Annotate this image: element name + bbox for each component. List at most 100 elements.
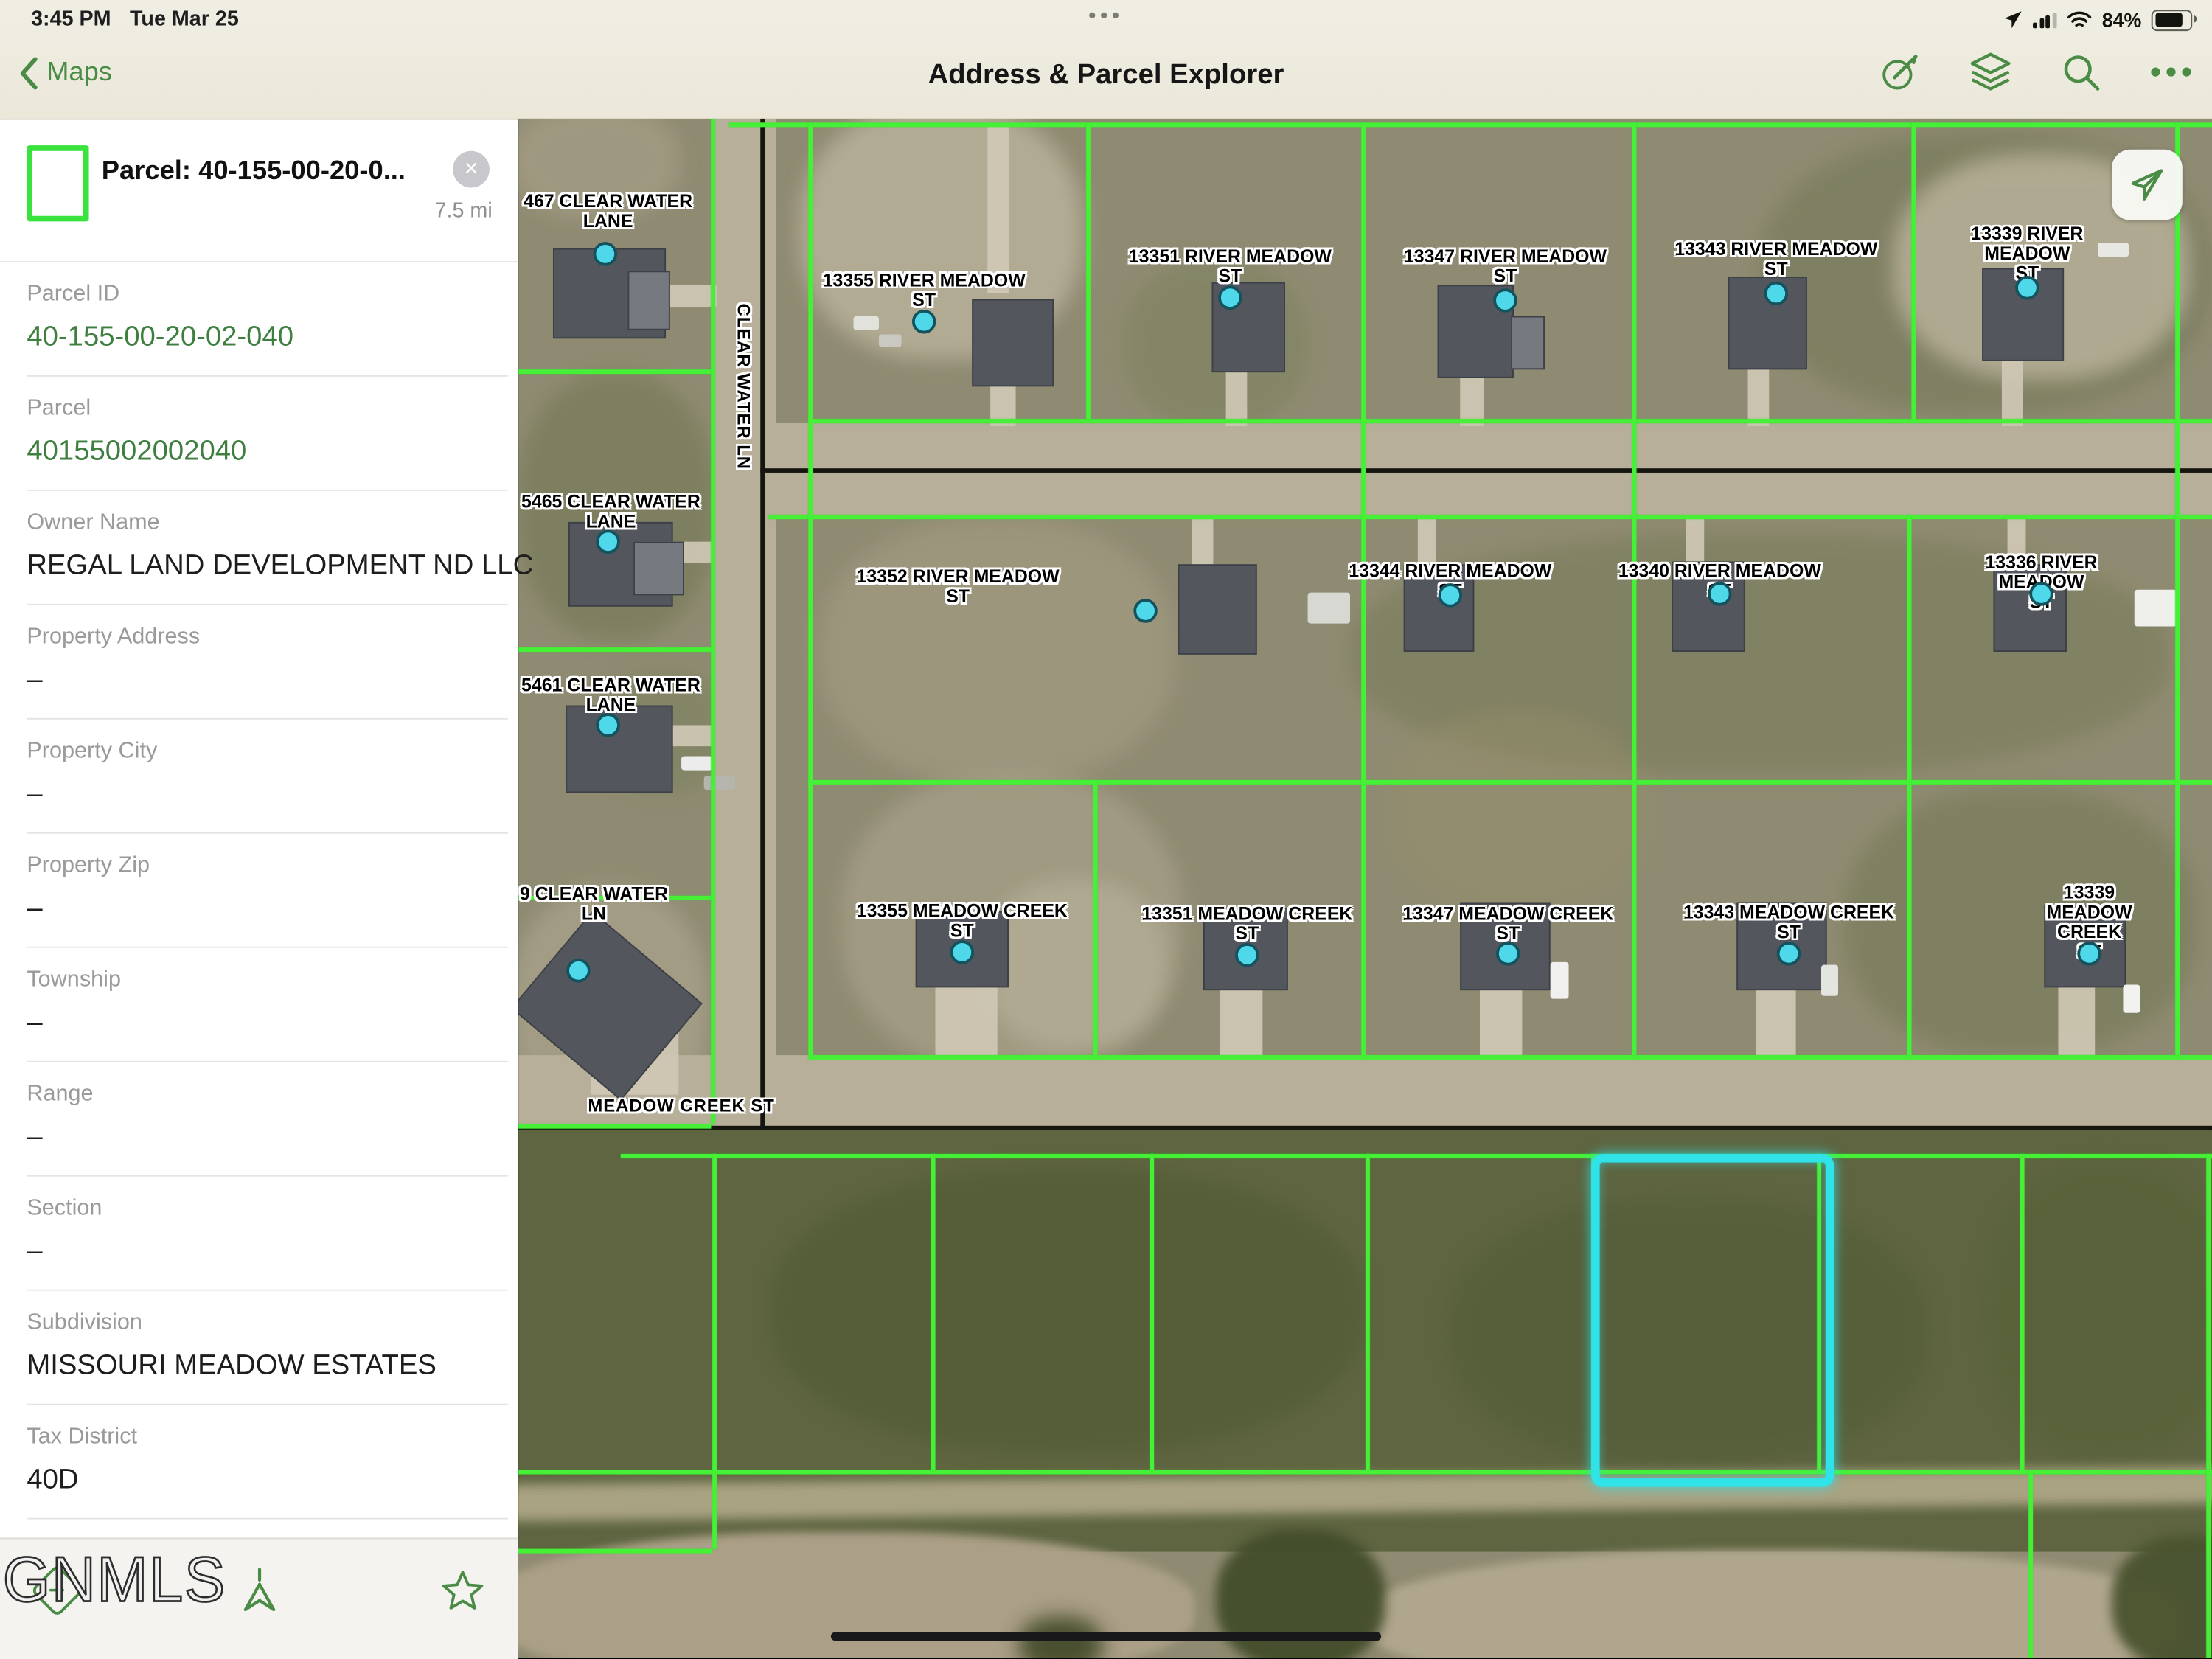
parcel-point[interactable] [1235,943,1259,967]
parcel-label[interactable]: 13355 MEADOW CREEK ST [857,902,1068,942]
parcel-boundary [2206,1154,2210,1658]
house [566,706,672,793]
field-value: – [27,779,42,811]
parcel-swatch-icon [27,145,88,221]
gps-antenna-button[interactable] [229,1559,291,1621]
parcel-point[interactable] [566,959,591,983]
parcel-boundary [1086,122,1090,419]
parcel-label[interactable]: 13343 MEADOW CREEK ST [1683,902,1894,942]
parcel-point[interactable] [1133,599,1158,623]
vehicle [704,776,735,790]
field-value: – [27,893,42,925]
parcel-label[interactable]: 13351 RIVER MEADOW ST [1129,247,1332,287]
vehicle [2135,590,2177,627]
driveway [1220,987,1262,1055]
draw-measure-button[interactable] [1879,51,1921,93]
parcel-boundary [808,780,2212,784]
parcel-label[interactable]: 9 CLEAR WATER LN [520,885,668,925]
field-value: REGAL LAND DEVELOPMENT ND LLC [27,550,533,582]
parcel-label[interactable]: 13343 RIVER MEADOW ST [1674,240,1877,279]
field-value: – [27,1007,42,1040]
driveway [1192,518,1214,564]
layers-button[interactable] [1969,51,2011,93]
panel-toolbar: ➜ [0,1537,518,1659]
parcel-label[interactable]: 13347 RIVER MEADOW ST [1404,247,1607,287]
parcel-label[interactable]: 5465 CLEAR WATER LANE [521,493,700,532]
parcel-point[interactable] [2077,942,2101,966]
field-row-range: Range – [0,1062,518,1177]
field-label: Section [27,1196,102,1221]
battery-icon [2152,9,2192,30]
map-canvas[interactable]: CLEAR WATER LN MEADOW CREEK ST 13355 RIVER… [518,119,2212,1658]
vehicle [2123,984,2140,1012]
street-label: MEADOW CREEK ST [588,1096,775,1116]
close-button[interactable]: ✕ [453,151,490,188]
locate-me-button[interactable] [2112,150,2183,220]
parcel-label[interactable]: 13351 MEADOW CREEK ST [1141,904,1352,944]
home-indicator[interactable] [831,1632,1381,1641]
terrain-patch [1392,711,1646,908]
parcel-label[interactable]: 13347 MEADOW CREEK ST [1402,904,1613,944]
parcel-boundary [1150,1154,1153,1470]
parcel-boundary [2028,1470,2032,1658]
field-label: Parcel ID [27,282,119,307]
parcel-boundary [729,122,2212,126]
road-meadow-creek-st [518,1055,2212,1128]
parcel-boundary [2020,1154,2024,1470]
parcel-detail-panel: Parcel: 40-155-00-20-0... ✕ 7.5 mi Parce… [0,119,518,1540]
search-button[interactable] [2059,51,2101,93]
parcel-boundary [769,515,2212,518]
parcel-boundary [1907,515,1911,1055]
field-value: 40D [27,1464,78,1497]
divider [27,1518,507,1520]
more-button[interactable] [2150,51,2192,93]
parcel-boundary [808,1055,2212,1059]
section-line [760,119,764,1129]
nav-bar: Maps Address & Parcel Explorer [0,42,2212,118]
field-row-parcel: Parcel 40155002002040 [0,377,518,491]
field-label: Subdivision [27,1310,142,1335]
parcel-point[interactable] [2015,276,2039,300]
field-value: – [27,1236,42,1268]
parcel-label[interactable]: 467 CLEAR WATER LANE [524,192,692,232]
parcel-boundary [931,1154,935,1470]
favorite-star-button[interactable] [431,1559,493,1621]
vehicle [1551,962,1569,999]
parcel-boundary [621,1154,2212,1158]
parcel-boundary [712,1154,716,1549]
field-value: – [27,1121,42,1154]
parcel-point[interactable] [1496,942,1520,966]
parcel-boundary [518,1549,712,1553]
parcel-point[interactable] [1777,942,1801,966]
parcel-point[interactable] [912,310,936,334]
parcel-label[interactable]: 13352 RIVER MEADOW ST [857,567,1060,607]
parcel-point[interactable] [1493,288,1517,313]
grass-shade [772,1169,1365,1452]
field-label: Tax District [27,1425,137,1450]
parcel-label[interactable]: 13355 RIVER MEADOW ST [823,271,1026,310]
parcel-boundary [1093,780,1097,1055]
field-value: MISSOURI MEADOW ESTATES [27,1350,437,1382]
vehicle [1308,593,1350,624]
parcel-point[interactable] [950,940,975,964]
parcel-point[interactable] [2029,582,2053,606]
location-arrow-icon [2129,167,2166,204]
dirt-mound [1364,1551,2183,1658]
vehicle [879,334,902,347]
directions-button[interactable]: ➜ [25,1559,87,1621]
location-services-icon [2004,10,2024,29]
parcel-point[interactable] [596,529,620,554]
parcel-point[interactable] [1708,582,1732,606]
directions-diamond-icon: ➜ [29,1563,83,1617]
street-label: CLEAR WATER LN [734,303,754,470]
parcel-point[interactable] [1218,285,1242,310]
parcel-label[interactable]: 5461 CLEAR WATER LANE [521,675,700,715]
house [1511,316,1545,370]
parcel-label[interactable]: 13339 RIVER MEADOW ST [1935,224,2120,284]
parcel-point[interactable] [594,242,618,266]
parcel-point[interactable] [1439,583,1463,608]
selected-parcel-outline[interactable] [1591,1154,1834,1487]
parcel-point[interactable] [596,713,620,737]
parcel-boundary [518,1124,711,1128]
parcel-point[interactable] [1764,282,1789,306]
